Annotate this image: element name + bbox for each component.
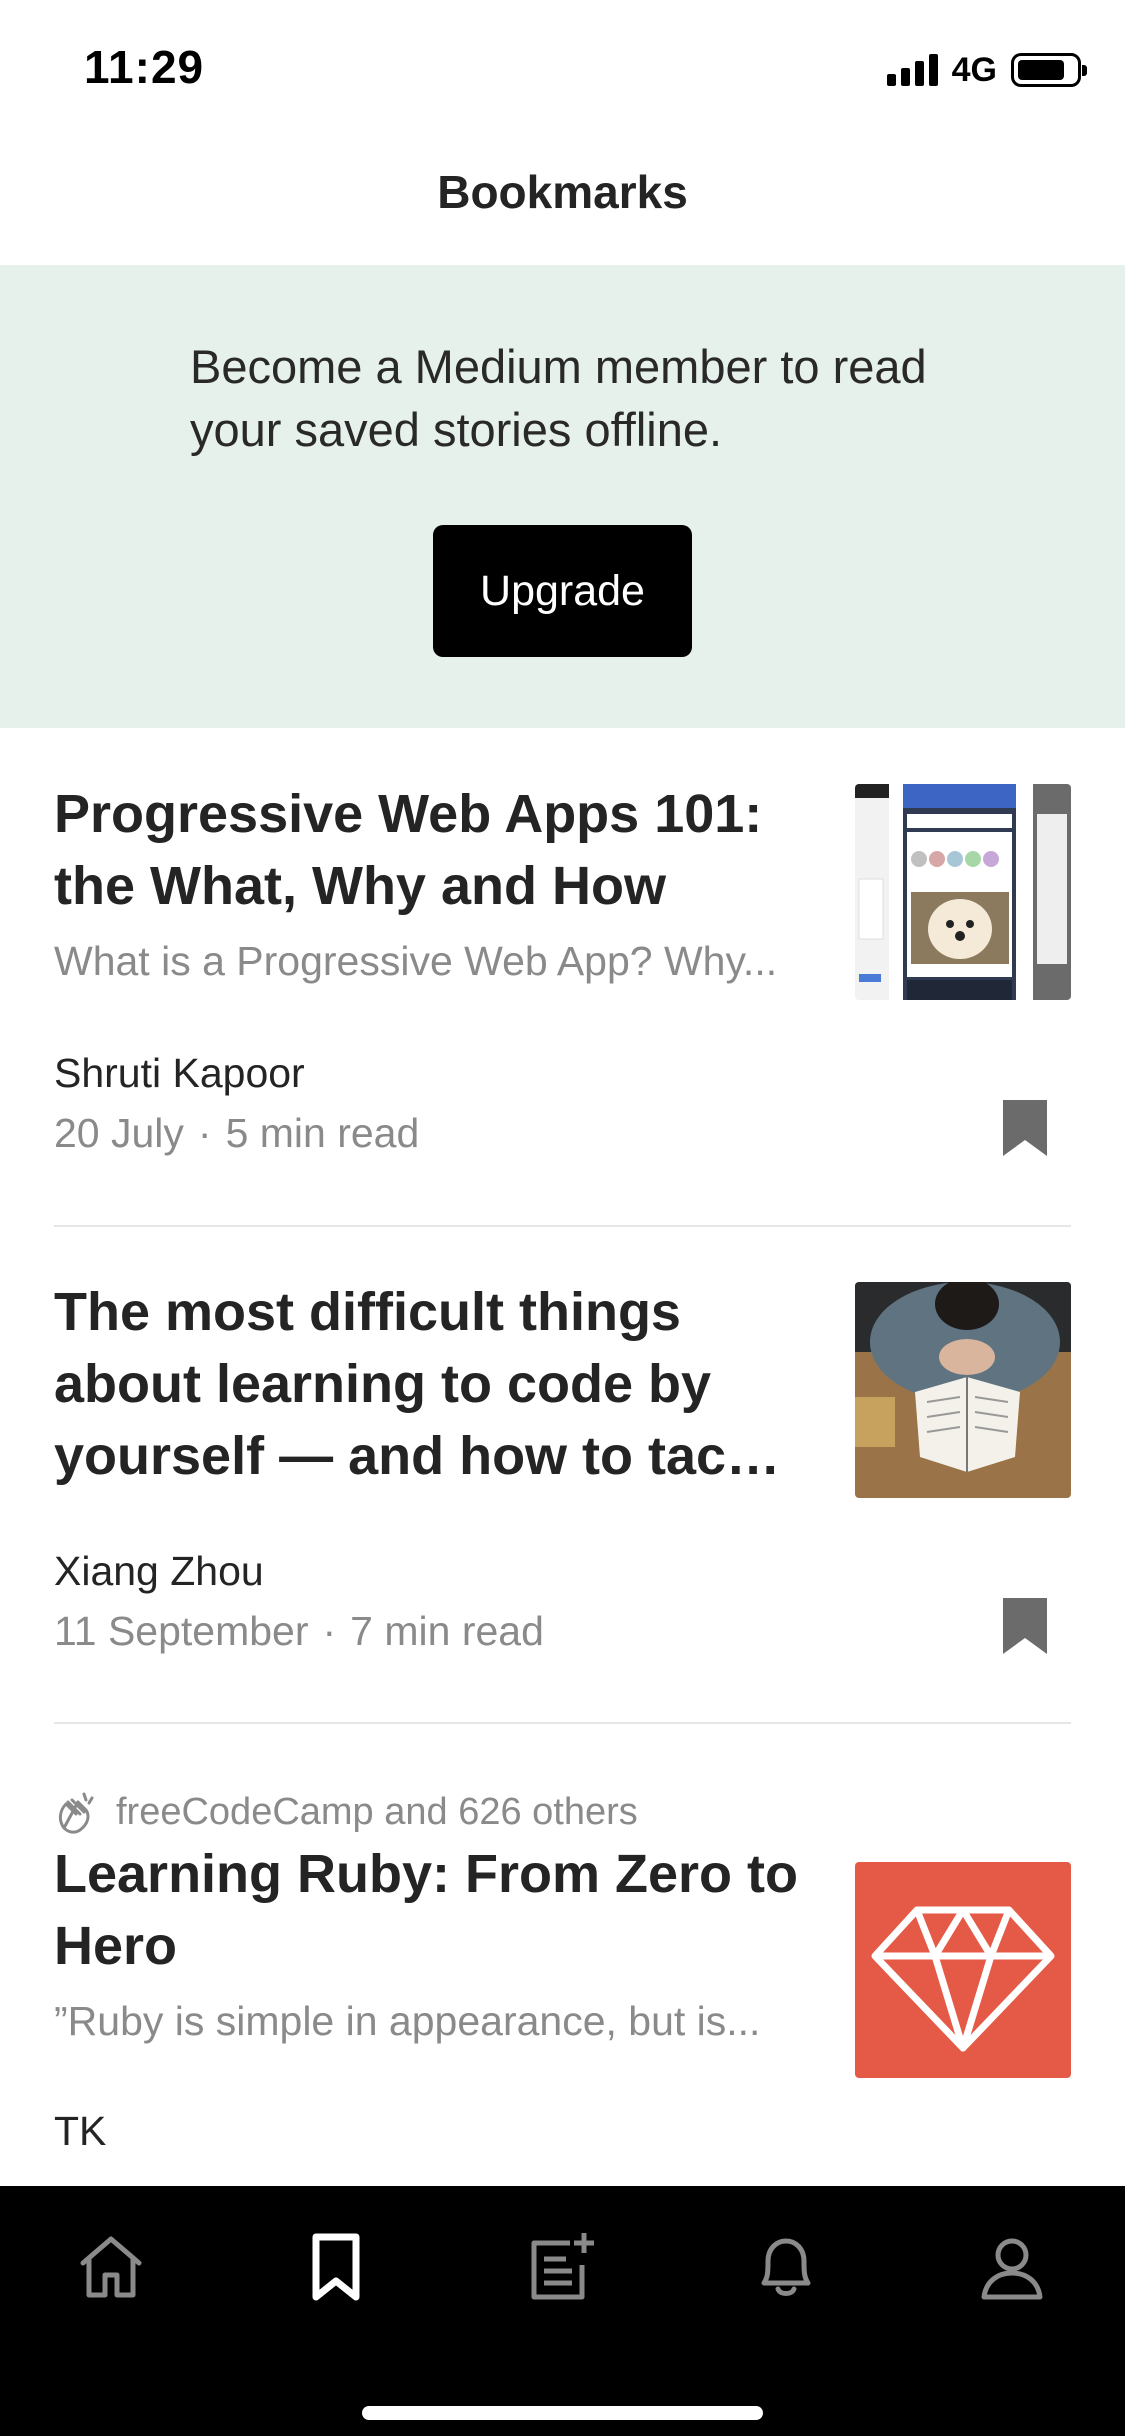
bookmarks-icon [312,2233,360,2301]
bookmark-icon[interactable] [1003,1598,1047,1654]
story-subtitle: What is a Progressive Web App? Why... [54,938,778,984]
clap-icon [58,1792,94,1834]
banner-message: Become a Medium member to read your save… [190,335,990,461]
story-card-learning-to-code[interactable]: The most difficult things about learning… [54,1276,1071,1696]
bookmark-icon[interactable] [1003,1100,1047,1156]
story-read-time: 5 min read [225,1110,420,1156]
profile-icon [981,2238,1043,2300]
story-title-line: The most difficult things [54,1282,681,1342]
upgrade-button[interactable]: Upgrade [433,525,692,657]
tab-notifications[interactable] [741,2222,831,2312]
bookmarks-screen: 11:29 4G Bookmarks Become a Medium membe… [0,0,1125,2436]
story-card-learning-ruby[interactable]: freeCodeCamp and 626 others Learning Rub… [54,1790,1071,2190]
member-banner: Become a Medium member to read your save… [0,265,1125,728]
banner-line-1: Become a Medium member to read [190,340,927,393]
divider [54,1225,1071,1227]
notifications-icon [761,2238,811,2296]
battery-icon [1011,53,1087,87]
story-subtitle: ”Ruby is simple in appearance, but is... [54,1998,761,2044]
story-title-line: about learning to code by [54,1354,712,1414]
meta-separator: · [197,1110,212,1156]
story-date: 20 July [54,1110,184,1156]
tab-new-story[interactable] [517,2222,607,2312]
cellular-signal-icon [886,54,938,86]
tab-profile[interactable] [967,2222,1057,2312]
story-meta: 20 July · 5 min read [54,1110,419,1157]
status-time: 11:29 [84,41,205,93]
tab-home[interactable] [66,2222,156,2312]
story-title-line: yourself — and how to tack... [54,1426,799,1486]
new-story-icon [531,2233,594,2300]
social-proof: freeCodeCamp and 626 others [54,1790,638,1834]
status-indicators: 4G [886,50,1087,90]
home-icon [80,2236,142,2298]
social-proof-text: freeCodeCamp and 626 others [116,1790,638,1833]
tab-bookmarks[interactable] [291,2222,381,2312]
story-author[interactable]: Xiang Zhou [54,1548,264,1595]
story-card-pwa[interactable]: Progressive Web Apps 101: the What, Why … [54,778,1071,1198]
story-title-line: Progressive Web Apps 101: [54,784,763,844]
network-type: 4G [951,50,997,89]
meta-separator: · [322,1608,337,1654]
story-title-line: Hero [54,1916,178,1976]
divider [54,1722,1071,1724]
page-title: Bookmarks [437,166,688,218]
story-author[interactable]: TK [54,2108,106,2155]
story-thumbnail [855,1282,1071,1498]
story-title-line: Learning Ruby: From Zero to [54,1844,799,1904]
story-date: 11 September [54,1608,309,1654]
story-title-line: the What, Why and How [54,856,666,916]
home-indicator[interactable] [362,2406,763,2420]
status-bar: 11:29 4G [0,0,1125,140]
banner-line-2: your saved stories offline. [190,403,723,456]
story-meta: 11 September · 7 min read [54,1608,544,1655]
story-read-time: 7 min read [350,1608,544,1654]
story-thumbnail [855,1862,1071,2078]
story-author[interactable]: Shruti Kapoor [54,1050,305,1097]
tab-bar [0,2186,1125,2436]
story-thumbnail [855,784,1071,1000]
